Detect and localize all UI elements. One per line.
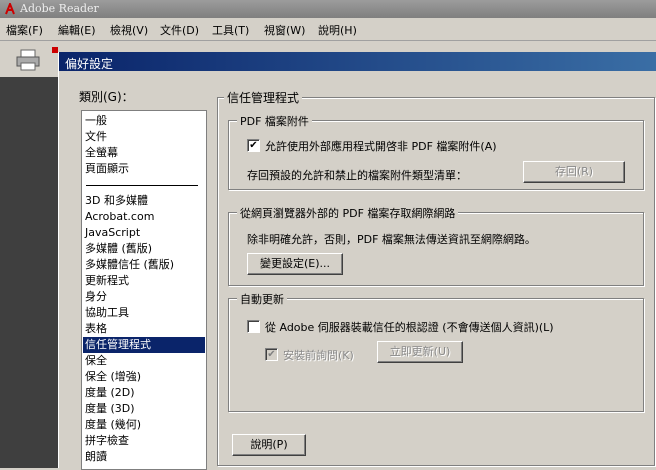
- trust-manager-panel: 信任管理程式 PDF 檔案附件 ✔ 允許使用外部應用程式開啓非 PDF 檔案附件…: [217, 89, 655, 466]
- app-title: Adobe Reader: [20, 2, 99, 15]
- category-item-page-display[interactable]: 頁面顯示: [83, 161, 205, 177]
- menu-bar: 檔案(F) 編輯(E) 檢視(V) 文件(D) 工具(T) 視窗(W) 說明(H…: [0, 18, 656, 41]
- category-divider: [86, 185, 198, 186]
- update-now-button[interactable]: 立即更新(U): [377, 341, 463, 363]
- allow-external-apps-label[interactable]: 允許使用外部應用程式開啓非 PDF 檔案附件(A): [265, 138, 497, 154]
- category-item-measuring-geo[interactable]: 度量 (幾何): [83, 417, 205, 433]
- category-item-trust-manager[interactable]: 信任管理程式: [83, 337, 205, 353]
- restore-list-label: 存回預設的允許和禁止的檔案附件類型清單：: [247, 169, 467, 182]
- dialog-title: 偏好設定: [65, 57, 114, 71]
- dialog-title-bar[interactable]: 偏好設定: [59, 52, 656, 71]
- panel-title: 信任管理程式: [224, 89, 303, 106]
- restore-button[interactable]: 存回(R): [523, 161, 625, 183]
- category-item-security[interactable]: 保全: [83, 353, 205, 369]
- change-settings-button[interactable]: 變更設定(E)...: [247, 253, 343, 275]
- category-item-javascript[interactable]: JavaScript: [83, 225, 205, 241]
- load-root-certs-checkbox[interactable]: [247, 320, 260, 333]
- allow-external-apps-checkbox[interactable]: ✔: [247, 139, 260, 152]
- category-item-measuring-2d[interactable]: 度量 (2D): [83, 385, 205, 401]
- menu-file[interactable]: 檔案(F): [6, 22, 43, 38]
- category-item-documents[interactable]: 文件: [83, 129, 205, 145]
- ask-before-install-label[interactable]: 安裝前詢問(K): [283, 347, 354, 363]
- menu-window[interactable]: 視窗(W): [264, 22, 305, 38]
- internet-access-group: 從網頁瀏覽器外部的 PDF 檔案存取網際網路 除非明確允許，否則，PDF 檔案無…: [228, 205, 644, 286]
- preferences-dialog: 偏好設定 類別(G)： 一般 文件 全螢幕 頁面顯示 3D 和多媒體 Acrob…: [58, 52, 656, 470]
- category-item-spelling[interactable]: 拼字檢查: [83, 433, 205, 449]
- menu-help[interactable]: 說明(H): [318, 22, 357, 38]
- category-item-reading[interactable]: 朗讀: [83, 449, 205, 465]
- app-title-bar: Adobe Reader: [0, 0, 656, 18]
- print-icon[interactable]: [16, 49, 40, 71]
- menu-view[interactable]: 檢視(V): [110, 22, 148, 38]
- category-item-multimedia-legacy[interactable]: 多媒體 (舊版): [83, 241, 205, 257]
- menu-edit[interactable]: 編輯(E): [58, 22, 96, 38]
- category-item-acrobat-com[interactable]: Acrobat.com: [83, 209, 205, 225]
- pdf-attachments-title: PDF 檔案附件: [237, 113, 312, 129]
- menu-document[interactable]: 文件(D): [160, 22, 199, 38]
- pdf-attachments-group: PDF 檔案附件 ✔ 允許使用外部應用程式開啓非 PDF 檔案附件(A) 存回預…: [228, 113, 644, 190]
- internet-access-description: 除非明確允許，否則，PDF 檔案無法傳送資訊至網際網路。: [247, 233, 536, 246]
- internet-access-title: 從網頁瀏覽器外部的 PDF 檔案存取網際網路: [237, 205, 459, 221]
- category-item-forms[interactable]: 表格: [83, 321, 205, 337]
- auto-update-title: 自動更新: [237, 291, 287, 307]
- ask-before-install-checkbox[interactable]: ✔: [265, 348, 278, 361]
- category-item-multimedia-trust-legacy[interactable]: 多媒體信任 (舊版): [83, 257, 205, 273]
- category-item-identity[interactable]: 身分: [83, 289, 205, 305]
- load-root-certs-label[interactable]: 從 Adobe 伺服器裝載信任的根認證 (不會傳送個人資訊)(L): [265, 319, 554, 335]
- menu-tools[interactable]: 工具(T): [212, 22, 249, 38]
- category-item-accessibility[interactable]: 協助工具: [83, 305, 205, 321]
- category-item-updater[interactable]: 更新程式: [83, 273, 205, 289]
- category-item-security-enhanced[interactable]: 保全 (增強): [83, 369, 205, 385]
- help-button[interactable]: 說明(P): [232, 434, 306, 456]
- auto-update-group: 自動更新 從 Adobe 伺服器裝載信任的根認證 (不會傳送個人資訊)(L) ✔…: [228, 291, 644, 412]
- category-list[interactable]: 一般 文件 全螢幕 頁面顯示 3D 和多媒體 Acrobat.com JavaS…: [81, 110, 207, 470]
- category-label: 類別(G)：: [79, 90, 134, 104]
- category-item-full-screen[interactable]: 全螢幕: [83, 145, 205, 161]
- category-item-measuring-3d[interactable]: 度量 (3D): [83, 401, 205, 417]
- category-item-3d-multimedia[interactable]: 3D 和多媒體: [83, 193, 205, 209]
- adobe-reader-icon: [5, 3, 15, 15]
- category-item-general[interactable]: 一般: [83, 113, 205, 129]
